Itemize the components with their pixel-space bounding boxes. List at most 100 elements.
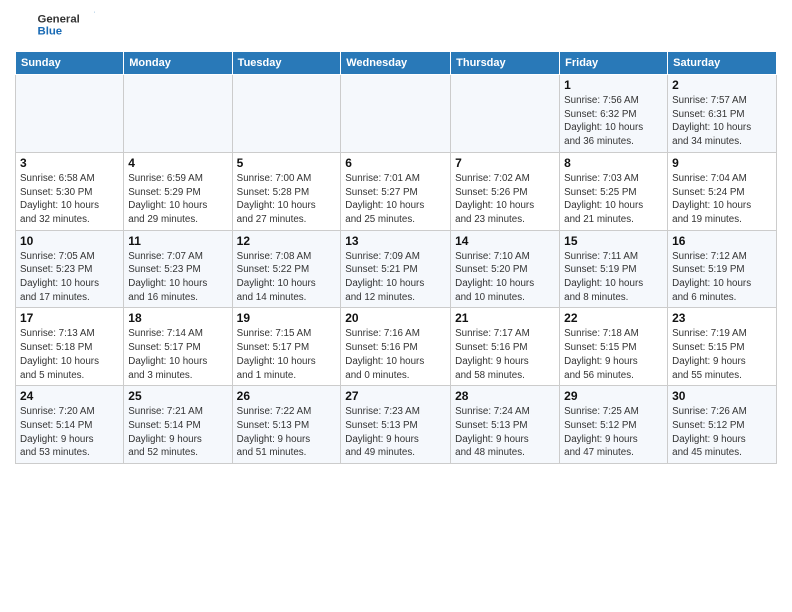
day-number: 22 — [564, 311, 663, 325]
calendar-cell — [341, 75, 451, 153]
day-number: 8 — [564, 156, 663, 170]
calendar-cell: 25Sunrise: 7:21 AM Sunset: 5:14 PM Dayli… — [124, 386, 232, 464]
day-number: 29 — [564, 389, 663, 403]
weekday-header-wednesday: Wednesday — [341, 52, 451, 75]
day-number: 26 — [237, 389, 337, 403]
day-number: 11 — [128, 234, 227, 248]
calendar-week-row: 3Sunrise: 6:58 AM Sunset: 5:30 PM Daylig… — [16, 152, 777, 230]
day-number: 18 — [128, 311, 227, 325]
calendar-cell: 16 Sunrise: 7:12 AM Sunset: 5:19 PM Dayli… — [668, 230, 777, 308]
day-info: Sunrise: 7:12 AM Sunset: 5:19 PM Dayligh… — [672, 250, 772, 305]
day-number: 23 — [672, 311, 772, 325]
day-number: 10 — [20, 234, 119, 248]
day-number: 14 — [455, 234, 555, 248]
weekday-header-thursday: Thursday — [451, 52, 560, 75]
calendar-cell: 9 Sunrise: 7:04 AM Sunset: 5:24 PM Daylig… — [668, 152, 777, 230]
calendar-cell: 15 Sunrise: 7:11 AM Sunset: 5:19 PM Dayli… — [560, 230, 668, 308]
calendar-cell: 27 Sunrise: 7:23 AM Sunset: 5:13 PM Dayli… — [341, 386, 451, 464]
calendar-week-row: 17 Sunrise: 7:13 AM Sunset: 5:18 PM Dayli… — [16, 308, 777, 386]
day-number: 5 — [237, 156, 337, 170]
day-number: 21 — [455, 311, 555, 325]
day-info: Sunrise: 7:11 AM Sunset: 5:19 PM Dayligh… — [564, 250, 663, 305]
day-info: Sunrise: 7:56 AM Sunset: 6:32 PM Dayligh… — [564, 94, 663, 149]
day-info: Sunrise: 7:13 AM Sunset: 5:18 PM Dayligh… — [20, 327, 119, 382]
calendar-cell: 14 Sunrise: 7:10 AM Sunset: 5:20 PM Dayli… — [451, 230, 560, 308]
day-info: Sunrise: 7:22 AM Sunset: 5:13 PM Dayligh… — [237, 405, 337, 460]
day-number: 20 — [345, 311, 446, 325]
day-number: 16 — [672, 234, 772, 248]
calendar-cell: 5 Sunrise: 7:00 AM Sunset: 5:28 PM Daylig… — [232, 152, 341, 230]
calendar-cell — [124, 75, 232, 153]
calendar-cell: 7Sunrise: 7:02 AM Sunset: 5:26 PM Daylig… — [451, 152, 560, 230]
day-info: Sunrise: 7:03 AM Sunset: 5:25 PM Dayligh… — [564, 172, 663, 227]
calendar-table: SundayMondayTuesdayWednesdayThursdayFrid… — [15, 51, 777, 464]
day-number: 24 — [20, 389, 119, 403]
day-info: Sunrise: 7:17 AM Sunset: 5:16 PM Dayligh… — [455, 327, 555, 382]
calendar-cell: 4 Sunrise: 6:59 AM Sunset: 5:29 PM Daylig… — [124, 152, 232, 230]
calendar-cell: 10 Sunrise: 7:05 AM Sunset: 5:23 PM Dayli… — [16, 230, 124, 308]
calendar-cell: 29 Sunrise: 7:25 AM Sunset: 5:12 PM Dayli… — [560, 386, 668, 464]
day-info: Sunrise: 7:18 AM Sunset: 5:15 PM Dayligh… — [564, 327, 663, 382]
day-info: Sunrise: 7:08 AM Sunset: 5:22 PM Dayligh… — [237, 250, 337, 305]
calendar-cell: 8 Sunrise: 7:03 AM Sunset: 5:25 PM Daylig… — [560, 152, 668, 230]
weekday-header-saturday: Saturday — [668, 52, 777, 75]
calendar-cell: 20 Sunrise: 7:16 AM Sunset: 5:16 PM Dayli… — [341, 308, 451, 386]
day-number: 6 — [345, 156, 446, 170]
day-info: Sunrise: 7:04 AM Sunset: 5:24 PM Dayligh… — [672, 172, 772, 227]
day-number: 27 — [345, 389, 446, 403]
weekday-header-sunday: Sunday — [16, 52, 124, 75]
day-number: 4 — [128, 156, 227, 170]
day-number: 9 — [672, 156, 772, 170]
day-info: Sunrise: 7:26 AM Sunset: 5:12 PM Dayligh… — [672, 405, 772, 460]
calendar-cell: 2 Sunrise: 7:57 AM Sunset: 6:31 PM Daylig… — [668, 75, 777, 153]
day-info: Sunrise: 7:01 AM Sunset: 5:27 PM Dayligh… — [345, 172, 446, 227]
day-info: Sunrise: 7:57 AM Sunset: 6:31 PM Dayligh… — [672, 94, 772, 149]
calendar-cell: 22 Sunrise: 7:18 AM Sunset: 5:15 PM Dayli… — [560, 308, 668, 386]
calendar-cell: 17 Sunrise: 7:13 AM Sunset: 5:18 PM Dayli… — [16, 308, 124, 386]
page-container: General Blue SundayMondayTuesdayWednesda… — [0, 0, 792, 474]
day-number: 15 — [564, 234, 663, 248]
day-info: Sunrise: 7:14 AM Sunset: 5:17 PM Dayligh… — [128, 327, 227, 382]
day-number: 28 — [455, 389, 555, 403]
calendar-cell — [16, 75, 124, 153]
calendar-cell: 6 Sunrise: 7:01 AM Sunset: 5:27 PM Daylig… — [341, 152, 451, 230]
day-info: Sunrise: 7:00 AM Sunset: 5:28 PM Dayligh… — [237, 172, 337, 227]
calendar-cell: 18 Sunrise: 7:14 AM Sunset: 5:17 PM Dayli… — [124, 308, 232, 386]
calendar-header-row: SundayMondayTuesdayWednesdayThursdayFrid… — [16, 52, 777, 75]
day-info: Sunrise: 7:15 AM Sunset: 5:17 PM Dayligh… — [237, 327, 337, 382]
calendar-cell — [451, 75, 560, 153]
day-info: Sunrise: 7:24 AM Sunset: 5:13 PM Dayligh… — [455, 405, 555, 460]
page-header: General Blue — [15, 10, 777, 45]
calendar-week-row: 24Sunrise: 7:20 AM Sunset: 5:14 PM Dayli… — [16, 386, 777, 464]
calendar-cell: 21 Sunrise: 7:17 AM Sunset: 5:16 PM Dayli… — [451, 308, 560, 386]
day-number: 1 — [564, 78, 663, 92]
calendar-cell: 11Sunrise: 7:07 AM Sunset: 5:23 PM Dayli… — [124, 230, 232, 308]
calendar-week-row: 1 Sunrise: 7:56 AM Sunset: 6:32 PM Daylig… — [16, 75, 777, 153]
calendar-cell: 19 Sunrise: 7:15 AM Sunset: 5:17 PM Dayli… — [232, 308, 341, 386]
calendar-cell: 24Sunrise: 7:20 AM Sunset: 5:14 PM Dayli… — [16, 386, 124, 464]
calendar-cell: 1 Sunrise: 7:56 AM Sunset: 6:32 PM Daylig… — [560, 75, 668, 153]
day-info: Sunrise: 7:25 AM Sunset: 5:12 PM Dayligh… — [564, 405, 663, 460]
day-number: 19 — [237, 311, 337, 325]
day-info: Sunrise: 7:10 AM Sunset: 5:20 PM Dayligh… — [455, 250, 555, 305]
calendar-week-row: 10 Sunrise: 7:05 AM Sunset: 5:23 PM Dayli… — [16, 230, 777, 308]
logo-icon: General Blue — [15, 10, 95, 45]
calendar-cell: 26 Sunrise: 7:22 AM Sunset: 5:13 PM Dayli… — [232, 386, 341, 464]
day-info: Sunrise: 7:05 AM Sunset: 5:23 PM Dayligh… — [20, 250, 119, 305]
day-info: Sunrise: 6:59 AM Sunset: 5:29 PM Dayligh… — [128, 172, 227, 227]
day-info: Sunrise: 7:02 AM Sunset: 5:26 PM Dayligh… — [455, 172, 555, 227]
day-number: 2 — [672, 78, 772, 92]
day-info: Sunrise: 7:16 AM Sunset: 5:16 PM Dayligh… — [345, 327, 446, 382]
calendar-cell: 3Sunrise: 6:58 AM Sunset: 5:30 PM Daylig… — [16, 152, 124, 230]
day-number: 12 — [237, 234, 337, 248]
day-info: Sunrise: 7:09 AM Sunset: 5:21 PM Dayligh… — [345, 250, 446, 305]
calendar-cell: 30Sunrise: 7:26 AM Sunset: 5:12 PM Dayli… — [668, 386, 777, 464]
day-number: 3 — [20, 156, 119, 170]
calendar-cell — [232, 75, 341, 153]
calendar-cell: 23Sunrise: 7:19 AM Sunset: 5:15 PM Dayli… — [668, 308, 777, 386]
weekday-header-tuesday: Tuesday — [232, 52, 341, 75]
svg-text:Blue: Blue — [38, 26, 63, 38]
calendar-cell: 12 Sunrise: 7:08 AM Sunset: 5:22 PM Dayli… — [232, 230, 341, 308]
day-number: 17 — [20, 311, 119, 325]
day-info: Sunrise: 7:23 AM Sunset: 5:13 PM Dayligh… — [345, 405, 446, 460]
